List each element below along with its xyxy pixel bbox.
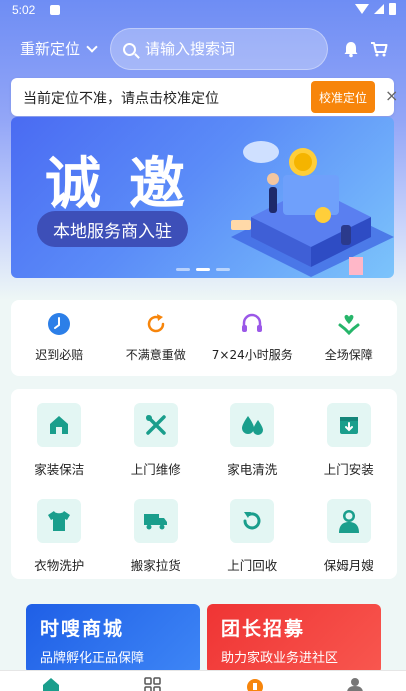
service-icon-box xyxy=(133,499,178,543)
service-label: 家电清洗 xyxy=(227,462,278,477)
feature-label: 不满意重做 xyxy=(125,348,186,362)
service-installation[interactable]: 上门安装 xyxy=(301,389,398,485)
carousel-indicator xyxy=(176,268,230,271)
promo-cards: 时嗖商城 品牌孵化正品保障 团长招募 助力家政业务进社区 xyxy=(26,604,381,674)
headset-icon xyxy=(242,313,263,332)
system-icons xyxy=(355,3,396,15)
wifi-icon xyxy=(355,4,369,14)
profile-icon[interactable] xyxy=(346,677,364,691)
search-bar[interactable] xyxy=(110,28,328,70)
feature-24h-service[interactable]: 7×24小时服务 xyxy=(204,300,301,376)
service-label: 上门回收 xyxy=(227,558,278,573)
refresh-icon xyxy=(147,314,165,333)
signal-icon xyxy=(374,4,384,14)
feature-redo[interactable]: 不满意重做 xyxy=(108,300,205,376)
service-icon-box xyxy=(326,499,371,543)
heart-hands-icon xyxy=(338,314,360,336)
service-label: 上门安装 xyxy=(323,462,374,477)
promo-mall-card[interactable]: 时嗖商城 品牌孵化正品保障 xyxy=(26,604,200,674)
clock-icon xyxy=(48,313,71,335)
home-icon[interactable] xyxy=(42,677,60,691)
service-icon-box xyxy=(230,403,275,447)
notice-text: 当前定位不准，请点击校准定位 xyxy=(23,91,219,107)
service-icon-box xyxy=(37,403,82,447)
battery-icon xyxy=(389,3,396,15)
bottom-tab-bar xyxy=(0,670,406,691)
close-icon[interactable]: × xyxy=(385,87,398,105)
tools-icon xyxy=(145,415,166,435)
service-appliance-cleaning[interactable]: 家电清洗 xyxy=(204,389,301,485)
grid-icon[interactable] xyxy=(144,677,162,691)
carousel-dot xyxy=(216,268,230,271)
relocate-label: 重新定位 xyxy=(20,40,81,58)
banner-subtitle: 本地服务商入驻 xyxy=(37,211,188,247)
service-label: 衣物洗护 xyxy=(34,558,85,573)
cart-icon[interactable] xyxy=(370,40,388,58)
service-home-repair[interactable]: 上门维修 xyxy=(108,389,205,485)
service-label: 上门维修 xyxy=(130,462,181,477)
service-grid: 家装保洁 上门维修 家电清洗 上门安装 衣物洗护 搬家拉货 上门回收 保姆月嫂 xyxy=(11,389,397,579)
location-notice: 当前定位不准，请点击校准定位 校准定位 × xyxy=(11,78,398,116)
chevron-down-icon xyxy=(86,40,98,53)
relocate-button[interactable]: 重新定位 xyxy=(20,38,98,59)
service-nanny[interactable]: 保姆月嫂 xyxy=(301,485,398,579)
service-house-cleaning[interactable]: 家装保洁 xyxy=(11,389,108,485)
service-icon-box xyxy=(230,499,275,543)
service-moving[interactable]: 搬家拉货 xyxy=(108,485,205,579)
water-drops-icon xyxy=(242,416,264,435)
carousel-dot-active xyxy=(196,268,210,271)
service-laundry[interactable]: 衣物洗护 xyxy=(11,485,108,579)
status-bar: 5:02 xyxy=(0,0,406,22)
feature-label: 迟到必赔 xyxy=(35,348,84,362)
promo-recruit-card[interactable]: 团长招募 助力家政业务进社区 xyxy=(207,604,381,674)
orders-icon[interactable] xyxy=(246,677,264,691)
carousel-dot xyxy=(176,268,190,271)
feature-late-compensation[interactable]: 迟到必赔 xyxy=(11,300,108,376)
feature-label: 全场保障 xyxy=(324,348,373,362)
service-recycling[interactable]: 上门回收 xyxy=(204,485,301,579)
service-icon-box xyxy=(133,403,178,447)
service-label: 家装保洁 xyxy=(34,462,85,477)
search-input[interactable] xyxy=(145,40,315,58)
app-header: 重新定位 xyxy=(0,26,406,72)
recycle-icon xyxy=(243,512,261,530)
promo-title: 团长招募 xyxy=(221,618,306,640)
feature-full-protection[interactable]: 全场保障 xyxy=(301,300,398,376)
house-icon xyxy=(50,416,69,434)
service-icon-box xyxy=(326,403,371,447)
calibrate-location-button[interactable]: 校准定位 xyxy=(311,81,375,113)
bell-icon[interactable] xyxy=(342,40,360,58)
truck-icon xyxy=(143,514,167,530)
tshirt-icon xyxy=(48,511,71,531)
promo-subtitle: 品牌孵化正品保障 xyxy=(40,651,145,666)
status-time: 5:02 xyxy=(12,3,36,17)
promo-subtitle: 助力家政业务进社区 xyxy=(221,651,339,666)
notification-indicator-icon xyxy=(50,5,60,15)
search-icon xyxy=(123,42,136,56)
box-icon xyxy=(339,417,358,434)
banner-headline: 诚邀 xyxy=(45,151,213,217)
promo-title: 时嗖商城 xyxy=(40,618,125,640)
promo-banner[interactable]: 诚邀 本地服务商入驻 xyxy=(11,117,394,278)
service-icon-box xyxy=(37,499,82,543)
service-label: 搬家拉货 xyxy=(130,558,181,573)
feature-label: 7×24小时服务 xyxy=(211,348,293,362)
guarantee-features: 迟到必赔 不满意重做 7×24小时服务 全场保障 xyxy=(11,300,397,376)
nanny-icon xyxy=(338,510,359,533)
service-label: 保姆月嫂 xyxy=(323,558,374,573)
